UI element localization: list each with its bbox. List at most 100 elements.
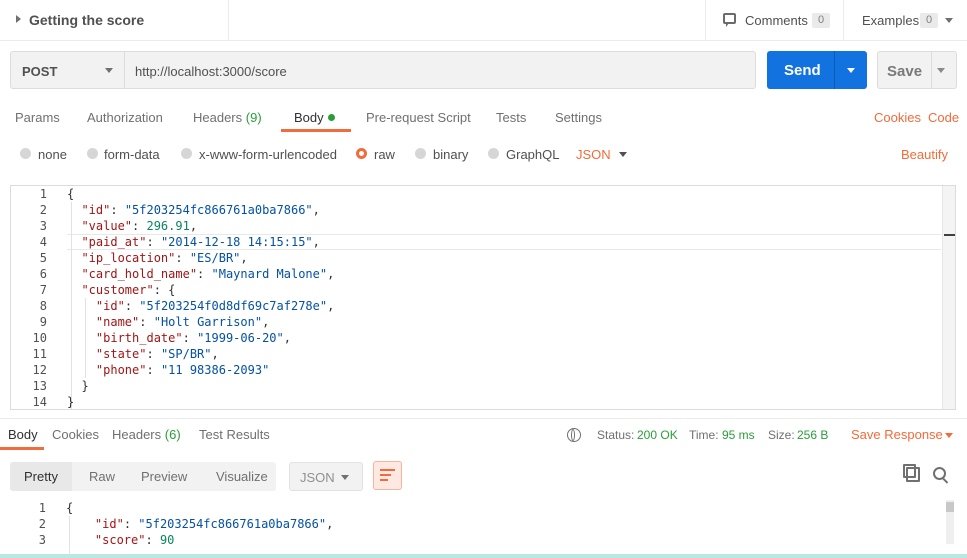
view-preview-button[interactable]: Preview <box>141 469 187 484</box>
code-link[interactable]: Code <box>928 110 959 125</box>
examples-count-badge: 0 <box>920 13 938 28</box>
radio-graphql[interactable] <box>488 148 499 159</box>
line-number: 1 <box>39 187 47 201</box>
method-select[interactable]: POST <box>10 51 125 89</box>
radio-graphql-label[interactable]: GraphQL <box>506 147 559 162</box>
format-dropdown-icon[interactable] <box>619 152 627 157</box>
url-input[interactable]: http://localhost:3000/score <box>125 51 756 89</box>
save-button[interactable]: Save <box>877 51 957 89</box>
response-scroll-thumb[interactable] <box>946 502 954 512</box>
radio-raw[interactable] <box>356 148 367 159</box>
send-options-icon[interactable] <box>847 68 855 73</box>
code-line: "id": "5f203254fc866761a0ba7866", <box>81 203 320 217</box>
body-format-select[interactable]: JSON <box>576 147 611 162</box>
bottom-edge <box>0 554 967 558</box>
view-visualize-button[interactable]: Visualize <box>216 469 268 484</box>
copy-icon[interactable] <box>903 464 920 482</box>
code-line: } <box>67 395 75 409</box>
radio-none[interactable] <box>20 148 31 159</box>
response-tab-cookies[interactable]: Cookies <box>52 427 99 442</box>
code-line: "name": "Holt Garrison", <box>95 315 270 329</box>
comments-count-badge: 0 <box>812 13 830 28</box>
radio-none-label[interactable]: none <box>38 147 67 162</box>
editor-scrollbar[interactable] <box>942 186 955 409</box>
tab-headers-label: Headers <box>193 110 243 125</box>
code-line: "ip_location": "ES/BR", <box>81 251 248 265</box>
tab-tests[interactable]: Tests <box>496 110 526 125</box>
editor-scroll-marker[interactable] <box>944 234 955 248</box>
code-line: "value": 296.91, <box>81 219 198 233</box>
request-header: Getting the score Comments 0 Examples 0 <box>0 0 967 41</box>
line-number: 8 <box>39 299 47 313</box>
send-label: Send <box>784 62 821 79</box>
wrap-icon <box>380 479 388 481</box>
radio-raw-label[interactable]: raw <box>374 147 395 162</box>
response-tab-headers-count: (6) <box>164 427 181 442</box>
active-tab-indicator <box>281 129 351 132</box>
radio-binary-label[interactable]: binary <box>433 147 468 162</box>
response-divider <box>0 418 967 419</box>
radio-binary[interactable] <box>415 148 426 159</box>
view-raw-button[interactable]: Raw <box>89 469 115 484</box>
response-format-select[interactable]: JSON <box>289 462 363 491</box>
response-tab-body[interactable]: Body <box>8 427 38 442</box>
tab-headers[interactable]: Headers (9) <box>193 110 262 125</box>
beautify-link[interactable]: Beautify <box>901 147 948 162</box>
expand-caret-icon[interactable] <box>16 15 21 23</box>
status-value[interactable]: 200 OK <box>637 428 678 442</box>
request-title[interactable]: Getting the score <box>29 12 144 28</box>
tab-body[interactable]: Body <box>294 110 324 125</box>
comment-icon[interactable] <box>723 13 736 27</box>
line-number: 3 <box>39 219 47 233</box>
code-line: } <box>81 379 89 393</box>
status-label: Status: <box>597 428 635 442</box>
radio-urlencoded-label[interactable]: x-www-form-urlencoded <box>199 147 337 162</box>
save-response-button[interactable]: Save Response <box>851 427 943 442</box>
line-number: 13 <box>32 379 47 393</box>
code-line: "paid_at": "2014-12-18 14:15:15", <box>81 235 320 249</box>
view-pretty-button[interactable]: Pretty <box>24 469 58 484</box>
comments-link[interactable]: Comments <box>745 13 808 28</box>
response-code-line: "id": "5f203254fc866761a0ba7866", <box>94 517 334 531</box>
code-line: "id": "5f203254f0d8df69c7af278e", <box>95 299 335 313</box>
examples-dropdown-icon[interactable] <box>945 18 953 23</box>
tab-authorization[interactable]: Authorization <box>87 110 163 125</box>
line-number: 10 <box>32 331 47 345</box>
examples-link[interactable]: Examples <box>862 13 919 28</box>
line-number: 2 <box>39 203 47 217</box>
request-body-editor[interactable]: 1 2 3 4 5 6 7 8 9 10 11 12 13 14 { "id":… <box>10 185 956 410</box>
save-response-dropdown-icon[interactable] <box>945 433 953 438</box>
save-options-icon[interactable] <box>937 68 945 73</box>
response-tab-test-results[interactable]: Test Results <box>199 427 270 442</box>
tab-headers-count: (9) <box>245 110 262 125</box>
line-number: 2 <box>38 517 46 531</box>
wrap-icon <box>380 474 391 476</box>
wrap-lines-button[interactable] <box>373 461 402 490</box>
line-number: 4 <box>39 235 47 249</box>
globe-icon[interactable] <box>567 428 581 442</box>
size-value[interactable]: 256 B <box>797 428 828 442</box>
line-number: 7 <box>39 283 47 297</box>
tab-settings[interactable]: Settings <box>555 110 602 125</box>
url-text: http://localhost:3000/score <box>135 64 287 79</box>
line-number: 12 <box>32 363 47 377</box>
search-icon[interactable] <box>933 467 946 480</box>
time-value[interactable]: 95 ms <box>722 428 755 442</box>
tab-prerequest-script[interactable]: Pre-request Script <box>366 110 471 125</box>
tab-params[interactable]: Params <box>15 110 60 125</box>
radio-urlencoded[interactable] <box>181 148 192 159</box>
response-active-tab-indicator <box>0 447 44 450</box>
save-label: Save <box>887 63 923 80</box>
radio-form-data[interactable] <box>87 148 98 159</box>
code-line: { <box>67 187 75 201</box>
send-button[interactable]: Send <box>767 51 867 89</box>
radio-form-data-label[interactable]: form-data <box>104 147 160 162</box>
wrap-icon <box>380 469 395 471</box>
response-tab-headers[interactable]: Headers (6) <box>112 427 181 442</box>
response-code-line: "score": 90 <box>94 533 175 547</box>
line-number: 9 <box>39 315 47 329</box>
send-split-divider <box>834 51 835 89</box>
response-code-line: { <box>66 501 74 515</box>
response-body-viewer[interactable]: 1 2 3 { "id": "5f203254fc866761a0ba7866"… <box>0 500 967 554</box>
cookies-link[interactable]: Cookies <box>874 110 921 125</box>
